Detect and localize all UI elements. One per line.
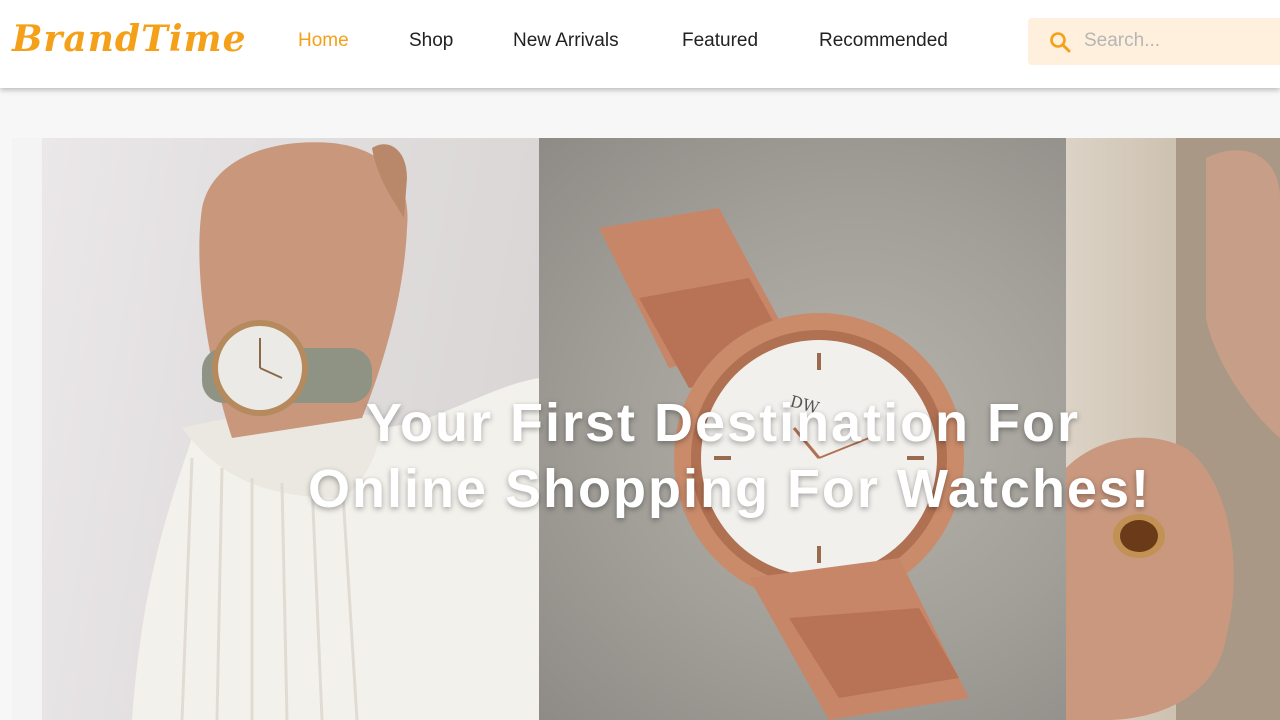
search-input[interactable] [1084, 26, 1280, 56]
site-header: BrandTime Home Shop New Arrivals Feature… [0, 0, 1280, 88]
nav-shop-link[interactable]: Shop [409, 30, 453, 52]
hero-heading-line-2: Online Shopping For Watches! [308, 459, 1151, 519]
hero-heading: Your First Destination For Online Shoppi… [12, 390, 1280, 522]
hero-banner: DW Your First Destination For Online Sho… [12, 138, 1280, 720]
search-box [1028, 18, 1280, 65]
brand-logo[interactable]: BrandTime [12, 18, 247, 60]
nav-home-link[interactable]: Home [298, 30, 349, 52]
nav-recommended-link[interactable]: Recommended [819, 30, 948, 52]
search-icon[interactable] [1048, 30, 1072, 54]
hero-heading-line-1: Your First Destination For [366, 393, 1081, 453]
nav-featured-link[interactable]: Featured [682, 30, 758, 52]
nav-new-arrivals-link[interactable]: New Arrivals [513, 30, 619, 52]
